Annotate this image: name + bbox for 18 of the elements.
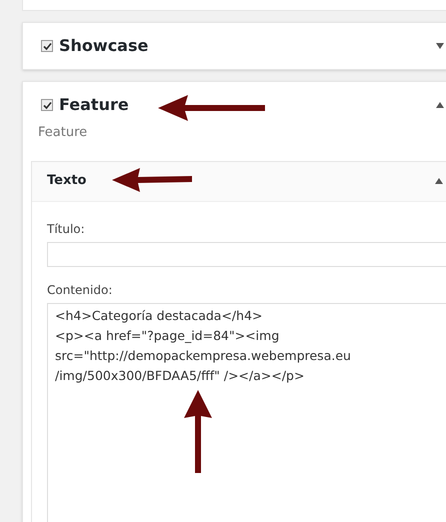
content-textarea[interactable]: <h4>Categoría destacada</h4> <p><a href="?page_id=84"><img src="http://demopackempresa.webempresa.eu /img/500x300/BFDAA5/fff" /></a></p> — [47, 302, 446, 522]
checkmark-icon — [42, 100, 52, 110]
arrow-up-icon — [183, 390, 213, 474]
widget-title[interactable]: Feature — [59, 93, 129, 117]
field-label: Contenido: — [47, 282, 114, 298]
caret-up-icon[interactable] — [435, 178, 443, 184]
title-input[interactable] — [47, 242, 446, 266]
caret-up-icon[interactable] — [436, 102, 444, 108]
checkmark-icon — [42, 42, 52, 50]
field-label: Título: — [47, 220, 86, 238]
arrow-left-icon — [112, 166, 194, 194]
section-title[interactable]: Texto — [47, 171, 86, 191]
checkbox[interactable] — [41, 99, 53, 111]
checkbox[interactable] — [41, 40, 53, 52]
widget-title[interactable]: Showcase — [59, 34, 148, 58]
caret-down-icon[interactable] — [436, 43, 444, 49]
arrow-left-icon — [158, 93, 268, 123]
widget-description: Feature — [37, 124, 88, 142]
